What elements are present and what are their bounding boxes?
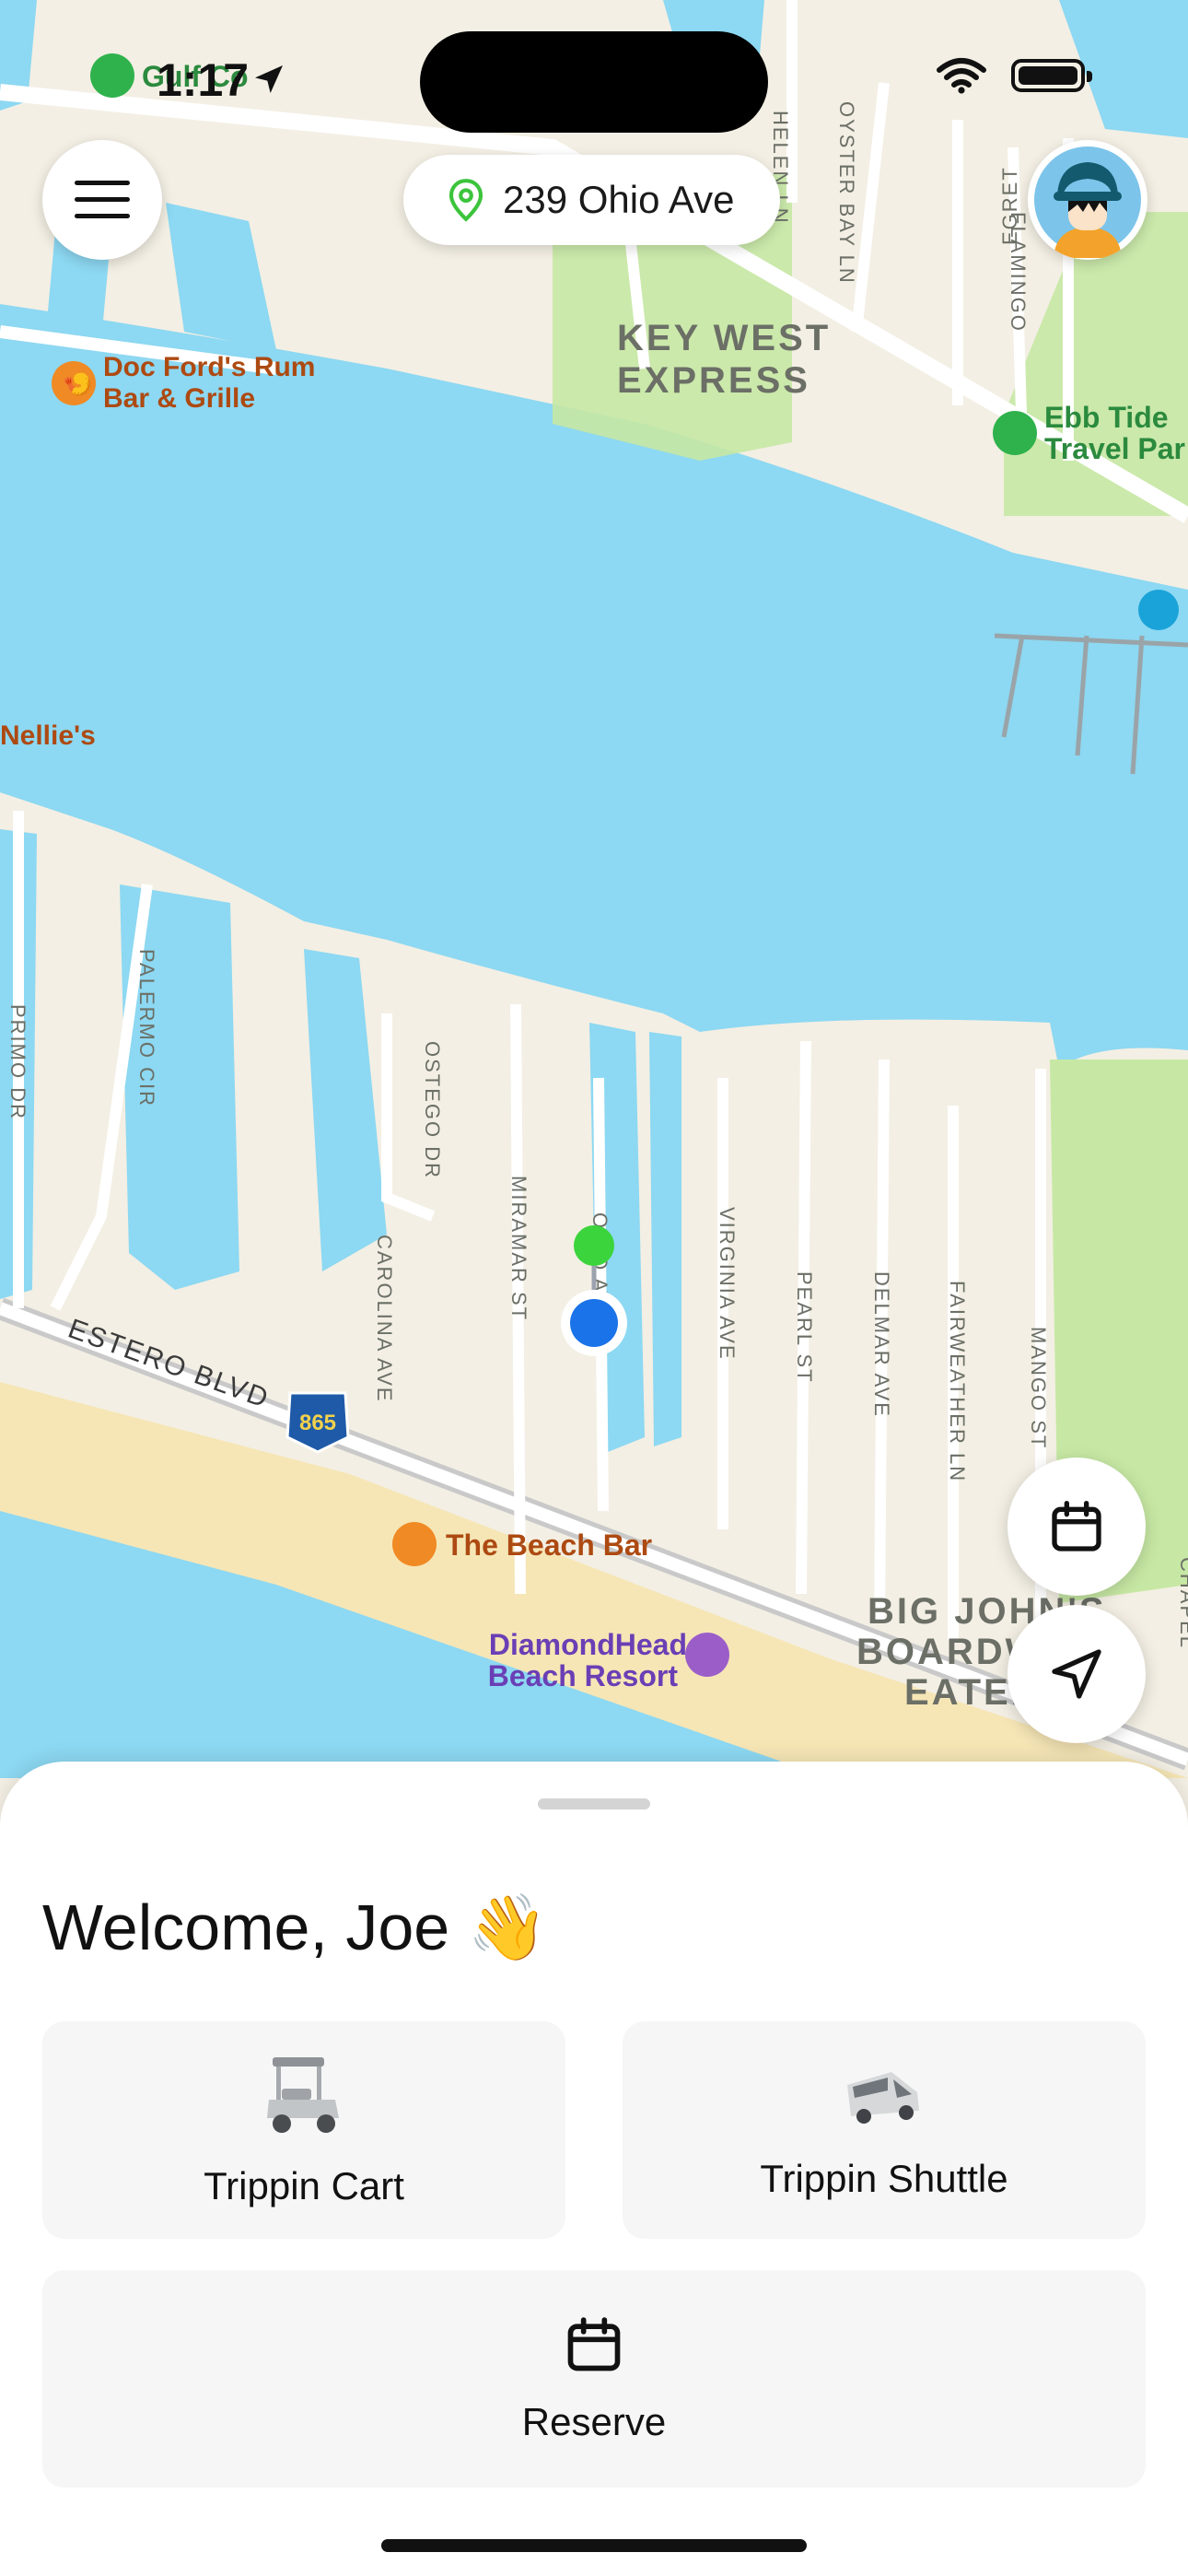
svg-text:VIRGINIA AVE: VIRGINIA AVE [716,1207,739,1361]
svg-text:DELMAR AVE: DELMAR AVE [870,1271,893,1418]
svg-text:PEARL ST: PEARL ST [793,1271,816,1384]
svg-text:865: 865 [299,1411,336,1435]
current-address: 239 Ohio Ave [503,178,735,221]
svg-text:CAROLINA AVE: CAROLINA AVE [373,1235,396,1403]
destination-pin[interactable] [574,1225,614,1266]
trippin-shuttle-button[interactable]: Trippin Shuttle [623,2021,1146,2239]
wifi-icon [937,58,986,94]
svg-text:Nellie's: Nellie's [0,720,96,751]
svg-text:MIRAMAR ST: MIRAMAR ST [507,1176,530,1321]
reserve-label: Reserve [521,2400,667,2443]
svg-text:DiamondHead: DiamondHead [489,1628,687,1661]
svg-text:PALERMO CIR: PALERMO CIR [135,949,158,1107]
location-pin-icon [448,179,483,222]
campground-icon [993,411,1037,455]
calendar-icon [567,2317,621,2371]
user-avatar[interactable] [1028,140,1147,260]
reserve-button[interactable]: Reserve [42,2270,1146,2488]
resort-icon [685,1633,729,1677]
dynamic-island [420,31,768,133]
home-indicator[interactable] [381,2539,807,2552]
trippin-shuttle-label: Trippin Shuttle [760,2157,1008,2200]
svg-text:EGRET: EGRET [998,166,1021,245]
route-shield-865: 865 [285,1391,350,1454]
battery-icon [1011,59,1092,92]
svg-text:Bar & Grille: Bar & Grille [103,383,255,414]
marina-icon [1138,590,1179,630]
svg-text:EXPRESS: EXPRESS [617,360,810,401]
status-time: 1:17 [157,54,250,106]
address-pill[interactable]: 239 Ohio Ave [403,155,781,245]
bottom-sheet[interactable]: Welcome, Joe 👋 Trippin Cart Trippin Shut… [0,1762,1188,2576]
trippin-cart-label: Trippin Cart [204,2164,404,2207]
svg-text:Doc Ford's Rum: Doc Ford's Rum [103,352,315,382]
svg-text:Travel Par: Travel Par [1044,432,1185,465]
navigation-arrow-icon [1052,1649,1101,1699]
location-arrow-icon [255,65,283,93]
svg-text:FAIRWEATHER LN: FAIRWEATHER LN [946,1281,969,1482]
svg-text:Ebb Tide: Ebb Tide [1044,401,1169,434]
status-bar: 1:17 [0,0,1188,147]
schedule-button[interactable] [1007,1458,1146,1596]
svg-text:KEY WEST: KEY WEST [617,318,831,358]
svg-text:MANGO ST: MANGO ST [1027,1327,1050,1449]
shuttle-van-icon [847,2072,919,2124]
svg-text:Beach Resort: Beach Resort [488,1659,679,1692]
sheet-grabber[interactable] [538,1798,650,1809]
calendar-icon [1052,1501,1101,1551]
welcome-heading: Welcome, Joe 👋 [42,1891,548,1963]
bar-icon [392,1522,437,1566]
svg-text:PRIMO DR: PRIMO DR [6,1004,29,1120]
svg-text:The Beach Bar: The Beach Bar [446,1528,652,1562]
avatar-illustration [1034,146,1141,258]
svg-text:CHAPEL: CHAPEL [1176,1557,1188,1649]
svg-text:OSTEGO DR: OSTEGO DR [421,1041,444,1179]
user-location-dot [570,1299,618,1347]
hamburger-icon [75,181,130,218]
golf-cart-icon [267,2057,339,2133]
recenter-button[interactable] [1007,1605,1146,1743]
trippin-cart-button[interactable]: Trippin Cart [42,2021,565,2239]
svg-text:🍤: 🍤 [63,370,92,398]
menu-button[interactable] [42,140,162,260]
